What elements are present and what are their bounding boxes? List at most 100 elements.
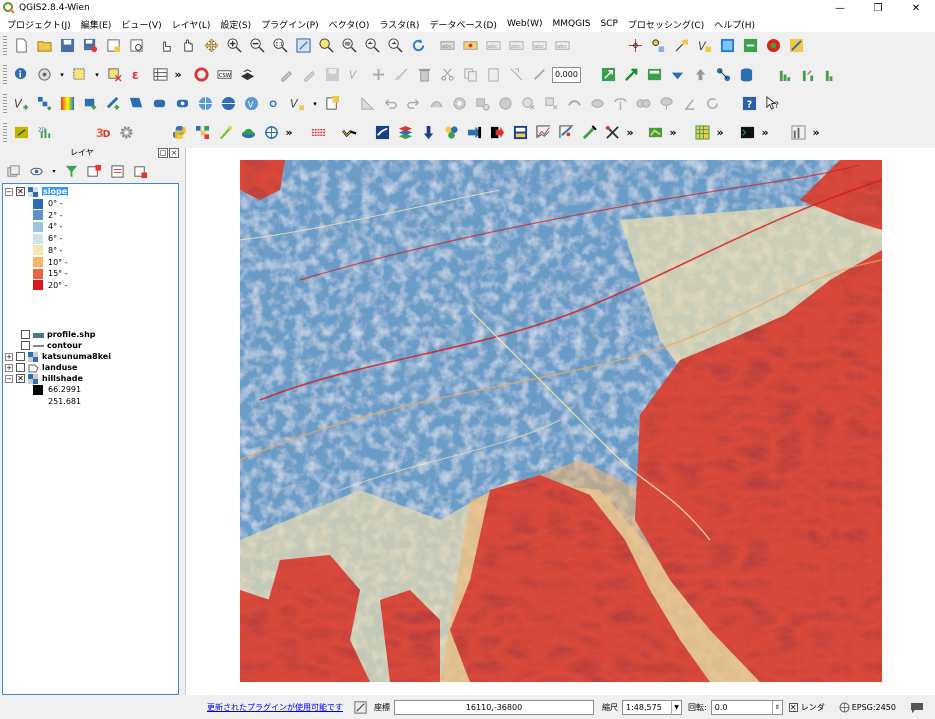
attribute-table-button[interactable] [149, 64, 171, 86]
plugin-download-button[interactable] [667, 64, 689, 86]
menu-item[interactable]: ヘルプ(H) [709, 18, 760, 31]
layer-row-katsunuma8kei[interactable]: + katsunuma8kei [5, 351, 111, 362]
scp-import-button[interactable] [486, 122, 508, 144]
advanced-digitize-button[interactable] [356, 93, 378, 115]
more-tools-chevron[interactable]: » [810, 126, 822, 139]
zoom-native-button[interactable]: 1:1 [269, 35, 291, 57]
plugin-terminal-button[interactable] [736, 122, 758, 144]
layer-name[interactable]: contour [47, 341, 82, 350]
menu-item[interactable]: 編集(E) [76, 18, 117, 31]
coordinate-toggle-icon[interactable] [349, 697, 371, 719]
python-console-button[interactable] [168, 122, 190, 144]
merge-features-button[interactable] [632, 93, 654, 115]
zoom-to-layer-button[interactable] [338, 35, 360, 57]
layer-row-profile[interactable]: profile.shp [21, 329, 96, 340]
graph-modeler-button[interactable]: 2D [33, 122, 55, 144]
menu-item[interactable]: SCP [595, 19, 622, 29]
raster-calculator-button[interactable] [191, 122, 213, 144]
scp-spectral-plot-button[interactable] [532, 122, 554, 144]
move-feature-button[interactable] [367, 64, 389, 86]
move-label-button[interactable]: abc [505, 35, 527, 57]
chevron-down-icon[interactable]: ▾ [56, 71, 68, 79]
composer-manager-button[interactable] [125, 35, 147, 57]
more-tools-chevron[interactable]: » [283, 126, 295, 139]
scp-band-set-button[interactable] [371, 122, 393, 144]
help-button[interactable]: ? [738, 93, 760, 115]
add-spatialite-button[interactable] [56, 93, 78, 115]
chevron-down-icon[interactable]: ▼ [671, 701, 681, 714]
layer-visibility-checkbox[interactable] [16, 352, 25, 361]
touch-zoom-button[interactable] [154, 35, 176, 57]
menu-item[interactable]: レイヤ(L) [167, 18, 216, 31]
layer-visibility-checkbox[interactable]: ✕ [16, 374, 25, 383]
rotate-label-button[interactable]: abc [528, 35, 550, 57]
scp-edit-raster-button[interactable] [578, 122, 600, 144]
layer-row-hillshade[interactable]: − ✕ hillshade [5, 373, 83, 384]
wms-button[interactable] [190, 64, 212, 86]
delete-ring-button[interactable] [517, 93, 539, 115]
more-tools-chevron[interactable]: » [624, 126, 636, 139]
identify-features-button[interactable]: i [10, 64, 32, 86]
save-as-button[interactable] [79, 35, 101, 57]
pin-labels-button[interactable] [459, 35, 481, 57]
scale-combo[interactable]: 1:48,575 ▼ [622, 700, 682, 715]
paste-features-button[interactable] [482, 64, 504, 86]
split-features-button[interactable] [505, 64, 527, 86]
restore-button[interactable]: ❐ [859, 0, 897, 16]
label-tool-button[interactable]: abc [436, 35, 458, 57]
redo-button[interactable] [402, 93, 424, 115]
scp-signature-button[interactable] [338, 122, 360, 144]
plugin-green-button[interactable] [598, 64, 620, 86]
layer-row-landuse[interactable]: + landuse [5, 362, 77, 373]
add-point-feature-button[interactable] [624, 35, 646, 57]
scp-preprocessing-button[interactable] [440, 122, 462, 144]
expand-icon[interactable]: + [5, 352, 13, 361]
add-ring-button[interactable] [448, 93, 470, 115]
plugin-map-tool-button[interactable] [644, 122, 666, 144]
new-print-composer-button[interactable] [102, 35, 124, 57]
more-tools-chevron[interactable]: » [667, 126, 679, 139]
chevron-down-icon[interactable]: ▾ [91, 71, 103, 79]
zoom-to-selection-button[interactable] [315, 35, 337, 57]
split-parts-button[interactable] [609, 93, 631, 115]
terrain-analysis-button[interactable] [237, 122, 259, 144]
georeferencer-button[interactable] [214, 122, 236, 144]
rotate-refresh-button[interactable] [701, 93, 723, 115]
panel-close-button[interactable]: × [169, 148, 179, 158]
menu-item[interactable]: プラグイン(P) [256, 18, 323, 31]
filter-by-map-button[interactable] [83, 160, 105, 182]
toggle-editing-button[interactable] [298, 64, 320, 86]
copy-features-button[interactable] [459, 64, 481, 86]
plugin-chart-button[interactable] [787, 122, 809, 144]
render-checkbox[interactable]: ✕ [788, 703, 798, 712]
rotation-field[interactable]: 0.0 ⇕ [710, 700, 783, 715]
simplify-button[interactable] [425, 93, 447, 115]
add-feature-button[interactable]: V [344, 64, 366, 86]
layer-tree[interactable]: − ✕ slope 0° - 2° - 4° - 6° -8° - 10° - 15° -… [2, 183, 179, 695]
node-tool-button[interactable] [647, 35, 669, 57]
menu-item[interactable]: ベクタ(O) [324, 18, 375, 31]
panel-float-button[interactable]: □ [158, 148, 168, 158]
processing-toolbox-button[interactable] [10, 122, 32, 144]
add-wfs-globe-button[interactable]: V [240, 93, 262, 115]
new-project-button[interactable] [10, 35, 32, 57]
new-spatialite-layer-button[interactable] [321, 93, 343, 115]
close-button[interactable]: ✕ [897, 0, 935, 16]
plugin-db-button[interactable] [736, 64, 758, 86]
more-tools-chevron[interactable]: » [714, 126, 726, 139]
zoom-in-button[interactable] [223, 35, 245, 57]
histogram-stretch-button[interactable] [798, 64, 820, 86]
menu-item[interactable]: ラスタ(R) [374, 18, 424, 31]
zoom-next-button[interactable] [384, 35, 406, 57]
plugin-reload-button[interactable] [739, 35, 761, 57]
select-features-button[interactable] [68, 64, 90, 86]
zoom-out-button[interactable] [246, 35, 268, 57]
menu-item[interactable]: プロセッシング(C) [623, 18, 709, 31]
layer-name[interactable]: hillshade [42, 374, 83, 383]
whats-this-button[interactable]: ? [761, 93, 783, 115]
node-edit-button[interactable] [390, 64, 412, 86]
add-part-button[interactable] [471, 93, 493, 115]
layer-name[interactable]: slope [42, 187, 69, 196]
delete-selected-button[interactable] [413, 64, 435, 86]
scp-settings-button[interactable] [509, 122, 531, 144]
